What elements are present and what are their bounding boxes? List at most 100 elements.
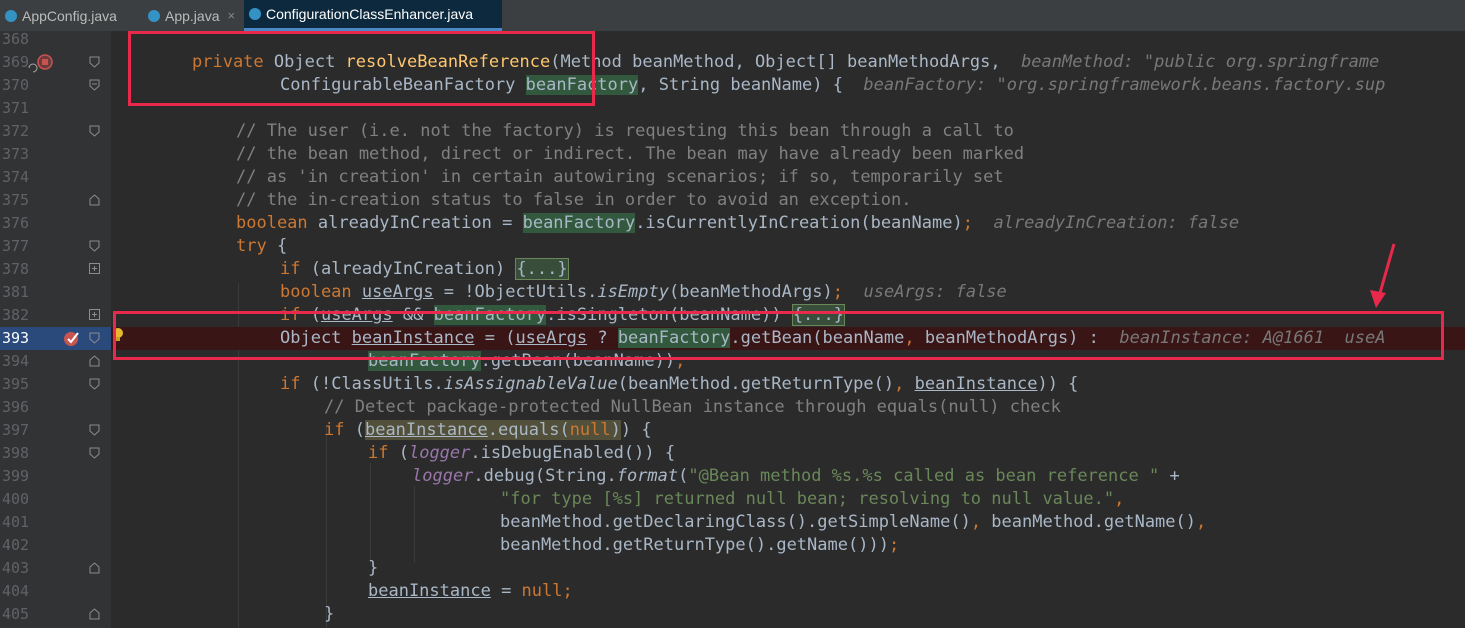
fold-icon[interactable] bbox=[89, 355, 100, 367]
fold-icon[interactable] bbox=[89, 240, 100, 252]
code-line-373[interactable]: // the bean method, direct or indirect. … bbox=[111, 143, 1465, 166]
code-token: beanInstance bbox=[368, 581, 491, 601]
code-line-400[interactable]: "for type [%s] returned null bean; resol… bbox=[111, 488, 1465, 511]
code-token: = bbox=[490, 581, 522, 601]
method-breakpoint-icon[interactable] bbox=[37, 54, 53, 70]
tab-configurationclassenhancer[interactable]: ConfigurationClassEnhancer.java bbox=[244, 0, 502, 31]
code-line-404[interactable]: beanInstance = null; bbox=[111, 580, 1465, 603]
gutter-line[interactable]: 381 bbox=[0, 281, 111, 304]
gutter-line[interactable]: 373 bbox=[0, 143, 111, 166]
code-line-396[interactable]: // Detect package-protected NullBean ins… bbox=[111, 396, 1465, 419]
fold-icon[interactable] bbox=[89, 56, 100, 68]
code-token: = !ObjectUtils. bbox=[433, 282, 598, 302]
line-number: 404 bbox=[2, 582, 30, 600]
gutter-line[interactable]: 396 bbox=[0, 396, 111, 419]
code-line-402[interactable]: beanMethod.getReturnType().getName())); bbox=[111, 534, 1465, 557]
code-token: (beanMethodArgs) bbox=[668, 282, 833, 302]
gutter-line[interactable]: 376 bbox=[0, 212, 111, 235]
gutter-line[interactable]: 368 bbox=[0, 28, 111, 51]
code-line-374[interactable]: // as 'in creation' in certain autowirin… bbox=[111, 166, 1465, 189]
code-token: , bbox=[1196, 512, 1207, 532]
code-line-401[interactable]: beanMethod.getDeclaringClass().getSimple… bbox=[111, 511, 1465, 534]
code-token: ) bbox=[610, 420, 621, 440]
gutter-line[interactable]: 375 bbox=[0, 189, 111, 212]
code-token: (beanMethod.getReturnType() bbox=[617, 374, 895, 394]
gutter-line[interactable]: 403 bbox=[0, 557, 111, 580]
fold-icon[interactable] bbox=[89, 125, 100, 137]
gutter-line-current[interactable]: 393 bbox=[0, 327, 111, 350]
line-number: 373 bbox=[2, 145, 30, 163]
code-token: beanInstance bbox=[364, 420, 488, 440]
gutter-line[interactable]: 399 bbox=[0, 465, 111, 488]
code-line-398[interactable]: if (logger.isDebugEnabled()) { bbox=[111, 442, 1465, 465]
gutter-line[interactable]: 370 bbox=[0, 74, 111, 97]
editor-gutter[interactable]: 368 369 370 371 372 373 374 375 376 377 … bbox=[0, 28, 111, 628]
gutter-line[interactable]: 405 bbox=[0, 603, 111, 626]
fold-icon[interactable] bbox=[89, 608, 100, 620]
code-token: useArgs bbox=[361, 282, 434, 302]
code-line-403[interactable]: } bbox=[111, 557, 1465, 580]
annotation-highlight-box bbox=[128, 31, 595, 106]
gutter-line[interactable]: 382 bbox=[0, 304, 111, 327]
code-token: } bbox=[368, 558, 379, 578]
close-icon[interactable]: × bbox=[227, 8, 235, 23]
line-number: 377 bbox=[2, 237, 30, 255]
code-comment: // the in-creation status to false in or… bbox=[236, 190, 912, 210]
expand-icon[interactable] bbox=[89, 309, 100, 321]
gutter-line[interactable]: 371 bbox=[0, 97, 111, 120]
code-token: beanMethod.getDeclaringClass().getSimple… bbox=[500, 512, 971, 532]
fold-icon[interactable] bbox=[89, 424, 100, 436]
code-line-405[interactable]: } bbox=[111, 603, 1465, 626]
code-line-372[interactable]: // The user (i.e. not the factory) is re… bbox=[111, 120, 1465, 143]
fold-icon[interactable] bbox=[89, 562, 100, 574]
tab-appconfig[interactable]: AppConfig.java bbox=[0, 0, 142, 31]
gutter-line[interactable]: 404 bbox=[0, 580, 111, 603]
gutter-line[interactable]: 378 bbox=[0, 258, 111, 281]
breakpoint-icon[interactable] bbox=[63, 330, 81, 348]
folded-block[interactable]: {...} bbox=[515, 258, 569, 280]
gutter-line[interactable]: 369 bbox=[0, 51, 111, 74]
gutter-line[interactable]: 400 bbox=[0, 488, 111, 511]
tab-app[interactable]: App.java × bbox=[143, 0, 243, 31]
gutter-line[interactable]: 402 bbox=[0, 534, 111, 557]
code-token: ; bbox=[962, 213, 973, 233]
gutter-line[interactable]: 372 bbox=[0, 120, 111, 143]
code-line-375[interactable]: // the in-creation status to false in or… bbox=[111, 189, 1465, 212]
code-token: .isDebugEnabled()) { bbox=[470, 443, 676, 463]
expand-icon[interactable] bbox=[89, 263, 100, 275]
code-line-399[interactable]: logger.debug(String.format("@Bean method… bbox=[111, 465, 1465, 488]
code-line-395[interactable]: if (!ClassUtils.isAssignableValue(beanMe… bbox=[111, 373, 1465, 396]
code-line-397[interactable]: if (beanInstance.equals(null)) { bbox=[111, 419, 1465, 442]
gutter-line[interactable]: 394 bbox=[0, 350, 111, 373]
gutter-line[interactable]: 397 bbox=[0, 419, 111, 442]
fold-icon[interactable] bbox=[89, 447, 100, 459]
fold-icon[interactable] bbox=[89, 79, 100, 91]
gutter-line[interactable]: 401 bbox=[0, 511, 111, 534]
fold-icon[interactable] bbox=[89, 194, 100, 206]
line-number: 398 bbox=[2, 444, 30, 462]
code-comment: // the bean method, direct or indirect. … bbox=[236, 144, 1025, 164]
code-line-377[interactable]: try { bbox=[111, 235, 1465, 258]
code-token: ; bbox=[832, 282, 843, 302]
annotation-highlight-box bbox=[113, 311, 1444, 360]
gutter-line[interactable]: 374 bbox=[0, 166, 111, 189]
code-token: } bbox=[324, 604, 335, 624]
code-token: .equals( bbox=[487, 420, 570, 440]
line-number: 401 bbox=[2, 513, 30, 531]
tab-label: ConfigurationClassEnhancer.java bbox=[266, 6, 474, 22]
code-token: alreadyInCreation = bbox=[307, 213, 523, 233]
gutter-line[interactable]: 395 bbox=[0, 373, 111, 396]
code-line-376[interactable]: boolean alreadyInCreation = beanFactory.… bbox=[111, 212, 1465, 235]
gutter-line[interactable]: 377 bbox=[0, 235, 111, 258]
code-line-381[interactable]: boolean useArgs = !ObjectUtils.isEmpty(b… bbox=[111, 281, 1465, 304]
code-token: "@Bean method %s.%s called as bean refer… bbox=[688, 466, 1160, 486]
fold-icon[interactable] bbox=[89, 378, 100, 390]
code-line-378[interactable]: if (alreadyInCreation) {...} bbox=[111, 258, 1465, 281]
debug-inline-value: alreadyInCreation: false bbox=[993, 213, 1240, 233]
code-token: null bbox=[569, 420, 611, 440]
fold-icon[interactable] bbox=[89, 332, 100, 344]
gutter-line[interactable]: 398 bbox=[0, 442, 111, 465]
code-comment: // Detect package-protected NullBean ins… bbox=[324, 397, 1061, 417]
code-token: beanMethod.getName() bbox=[981, 512, 1196, 532]
debug-inline-value: beanMethod: "public org.springframe bbox=[1021, 52, 1380, 72]
